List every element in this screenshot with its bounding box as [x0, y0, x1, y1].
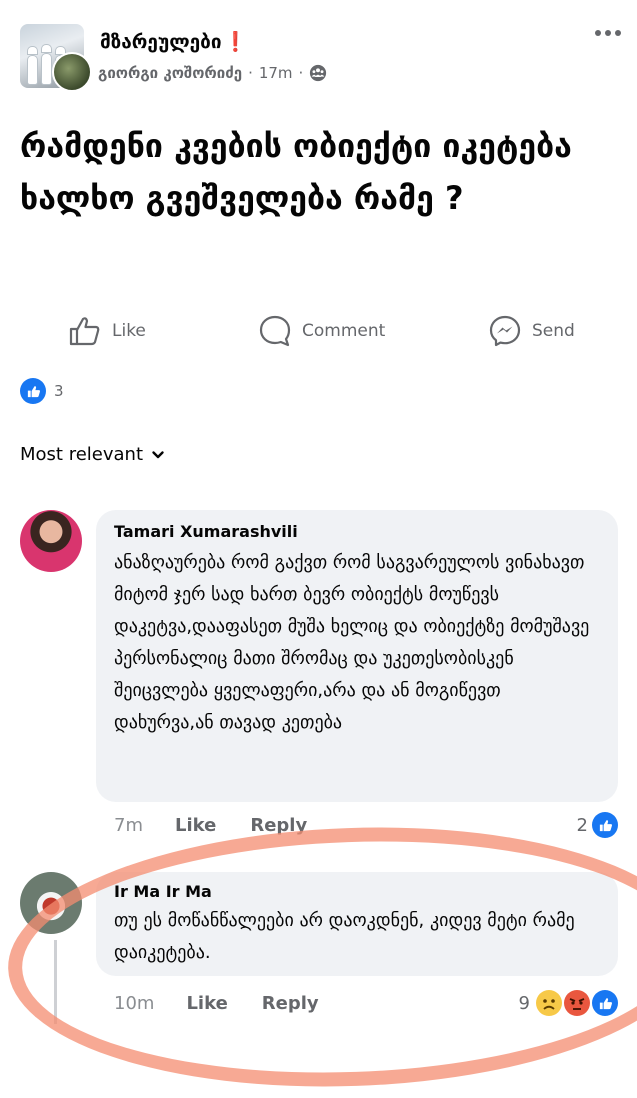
angry-reaction-icon	[564, 990, 590, 1016]
dot-icon	[615, 30, 621, 36]
meta-separator: ·	[298, 64, 304, 82]
thread-line	[54, 940, 57, 1024]
comment-actions: 10m Like Reply 9	[114, 990, 618, 1016]
dot-icon	[595, 30, 601, 36]
like-reaction-icon	[20, 378, 46, 404]
comment-bubble: Tamari Xumarashvili ანაზღაურება რომ გაქვ…	[96, 510, 618, 802]
more-options-button[interactable]	[595, 30, 621, 36]
post-text: რამდენი კვების ობიექტი იკეტება ხალხო გვე…	[20, 127, 572, 217]
like-reaction-icon	[592, 990, 618, 1016]
like-reaction-icon	[592, 812, 618, 838]
comment-label: Comment	[302, 321, 386, 341]
comment-reply-button[interactable]: Reply	[250, 815, 307, 836]
comment-text: თუ ეს მოწანწალეები არ დაოკდნენ, კიდევ მე…	[114, 910, 575, 963]
comment-time[interactable]: 10m	[114, 993, 154, 1014]
group-name-text[interactable]: მზარეულები	[100, 31, 222, 53]
chef-shape	[42, 54, 51, 84]
poster-name[interactable]: გიორგი კოშორიძე	[98, 64, 242, 82]
comment-author[interactable]: Tamari Xumarashvili	[114, 522, 600, 541]
sad-reaction-icon	[536, 990, 562, 1016]
comment-reaction-count: 9	[518, 992, 530, 1014]
comment-sort-dropdown[interactable]: Most relevant	[20, 444, 165, 465]
messenger-icon	[489, 315, 521, 347]
warning-mark: ❗	[223, 31, 248, 53]
send-label: Send	[532, 321, 575, 341]
comment-time[interactable]: 7m	[114, 815, 143, 836]
dot-icon	[605, 30, 611, 36]
meta-separator: ·	[248, 64, 253, 82]
reaction-count: 3	[54, 382, 64, 400]
comment-like-button[interactable]: Like	[186, 993, 227, 1014]
comment-button[interactable]: Comment	[258, 314, 385, 348]
like-button[interactable]: Like	[68, 314, 146, 348]
comment-actions: 7m Like Reply 2	[114, 812, 618, 838]
comment-reactions[interactable]: 2	[577, 812, 618, 838]
send-button[interactable]: Send	[488, 314, 575, 348]
reactions-summary[interactable]: 3	[20, 378, 64, 404]
comment-like-button[interactable]: Like	[175, 815, 216, 836]
group-audience-icon	[310, 64, 327, 82]
commenter-avatar[interactable]	[20, 510, 82, 572]
poster-avatar[interactable]	[52, 52, 92, 92]
comment-bubble: Ir Ma Ir Ma თუ ეს მოწანწალეები არ დაოკდნ…	[96, 872, 618, 976]
sort-label: Most relevant	[20, 444, 144, 465]
post-meta: გიორგი კოშორიძე · 17m ·	[98, 64, 327, 82]
chef-hat-shape	[42, 45, 51, 52]
commenter-avatar[interactable]	[20, 872, 82, 934]
chevron-down-icon	[152, 450, 164, 458]
comment-icon	[259, 315, 291, 347]
comment-text: ანაზღაურება რომ გაქვთ რომ საგვარეულოს ვი…	[114, 552, 590, 733]
comment-reaction-count: 2	[576, 814, 588, 836]
comment-author[interactable]: Ir Ma Ir Ma	[114, 882, 600, 901]
comment-reply-button[interactable]: Reply	[262, 993, 319, 1014]
thumbs-up-icon	[69, 317, 100, 346]
chef-hat-shape	[28, 47, 37, 54]
comment-reactions[interactable]: 9	[519, 990, 618, 1016]
like-label: Like	[112, 321, 146, 341]
post-time[interactable]: 17m	[259, 64, 293, 82]
group-name[interactable]: მზარეულები ❗	[100, 30, 247, 53]
chef-shape	[28, 56, 37, 84]
